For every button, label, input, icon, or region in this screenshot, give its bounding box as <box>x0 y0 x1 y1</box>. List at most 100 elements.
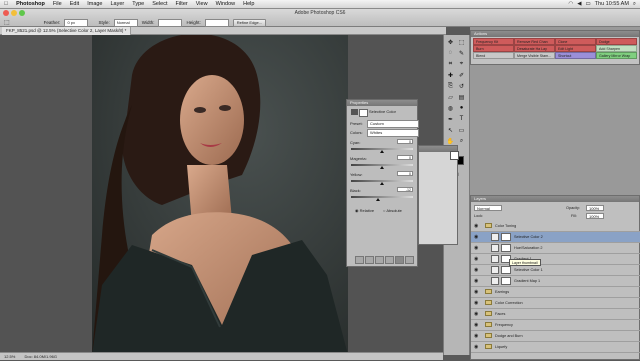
layer-mask-thumbnail[interactable] <box>501 266 511 274</box>
zoom-level[interactable]: 12.5% <box>4 354 15 359</box>
path-select-tool-icon[interactable]: ↖ <box>446 126 455 134</box>
marquee-tool-preset-icon[interactable]: ⬚ <box>4 19 10 26</box>
foreground-color-swatch[interactable] <box>450 151 459 160</box>
shape-tool-icon[interactable]: ▭ <box>457 126 466 134</box>
menu-window[interactable]: Window <box>212 1 240 7</box>
action-button[interactable]: Add Sharpen <box>596 45 637 52</box>
menu-view[interactable]: View <box>192 1 212 7</box>
visibility-eye-icon[interactable]: ◉ <box>474 256 478 262</box>
menu-app-photoshop[interactable]: Photoshop <box>12 1 49 7</box>
layer-row[interactable]: ◉ Hue/Saturation 2 <box>471 243 640 254</box>
action-button[interactable]: Gallery Mirror Wrap <box>596 52 637 59</box>
mask-icon[interactable] <box>359 109 368 117</box>
layer-row[interactable]: ◉ Color Correction <box>471 298 640 309</box>
type-tool-icon[interactable]: T <box>457 115 466 123</box>
action-button[interactable]: Edit Light <box>555 45 596 52</box>
action-button[interactable]: Blend <box>473 52 514 59</box>
lasso-tool-icon[interactable]: ◌ <box>446 49 455 57</box>
visibility-eye-icon[interactable]: ◉ <box>474 223 478 229</box>
menu-type[interactable]: Type <box>128 1 148 7</box>
healing-brush-tool-icon[interactable]: ✚ <box>446 71 455 79</box>
menu-select[interactable]: Select <box>148 1 171 7</box>
width-input[interactable] <box>158 18 183 27</box>
crop-tool-icon[interactable]: ⌗ <box>446 60 455 68</box>
layer-row[interactable]: ◉ Frequency <box>471 320 640 331</box>
visibility-eye-icon[interactable]: ◉ <box>474 322 478 328</box>
relative-radio[interactable]: ◉ Relative <box>355 208 374 213</box>
style-select[interactable]: Normal <box>113 18 138 27</box>
dodge-tool-icon[interactable]: ● <box>457 104 466 112</box>
visibility-eye-icon[interactable]: ◉ <box>474 311 478 317</box>
zoom-window-button[interactable] <box>19 10 25 16</box>
yellow-value[interactable]: 0 <box>397 171 413 176</box>
layer-row[interactable]: ◉ Selective Color 2 <box>471 232 640 243</box>
toggle-visibility-button[interactable] <box>385 256 394 264</box>
menu-filter[interactable]: Filter <box>172 1 192 7</box>
volume-icon[interactable]: ◀ <box>577 1 581 7</box>
layer-row[interactable]: ◉ Liquefy <box>471 342 640 353</box>
layer-mask-thumbnail[interactable] <box>501 277 511 285</box>
colors-select[interactable]: Whites <box>367 129 419 137</box>
gradient-tool-icon[interactable]: ▤ <box>457 93 466 101</box>
visibility-eye-icon[interactable]: ◉ <box>474 267 478 273</box>
visibility-eye-icon[interactable]: ◉ <box>474 344 478 350</box>
layer-row[interactable]: ◉ Faces <box>471 309 640 320</box>
action-button[interactable]: Merge Visible Stam... <box>514 52 555 59</box>
photo-canvas[interactable] <box>92 35 348 355</box>
visibility-eye-icon[interactable]: ◉ <box>474 333 478 339</box>
magenta-value[interactable]: 0 <box>397 155 413 160</box>
black-slider[interactable] <box>351 196 413 198</box>
height-input[interactable] <box>204 18 229 27</box>
magenta-slider-handle[interactable] <box>380 166 384 169</box>
battery-icon[interactable]: ▭ <box>585 1 590 7</box>
quick-select-tool-icon[interactable]: ✎ <box>457 49 466 57</box>
cyan-slider-handle[interactable] <box>380 150 384 153</box>
cyan-value[interactable]: 0 <box>397 139 413 144</box>
feather-input[interactable]: 0 px <box>64 18 89 27</box>
action-button[interactable]: Dodge <box>596 38 637 45</box>
layer-row[interactable]: ◉ Earrings <box>471 287 640 298</box>
action-button[interactable]: Shortcut <box>555 52 596 59</box>
move-tool-icon[interactable]: ✥ <box>446 38 455 46</box>
brush-tool-icon[interactable]: ✐ <box>457 71 466 79</box>
visibility-eye-icon[interactable]: ◉ <box>474 300 478 306</box>
minimize-window-button[interactable] <box>11 10 17 16</box>
layer-row[interactable]: ◉ Dodge and Burn <box>471 331 640 342</box>
menu-help[interactable]: Help <box>239 1 258 7</box>
yellow-slider-handle[interactable] <box>380 182 384 185</box>
menu-file[interactable]: File <box>49 1 66 7</box>
layer-row[interactable]: ◉Gradient 1 <box>471 254 640 265</box>
document-tab[interactable]: FKP_8521.psd @ 12.5% (Selective Color 2,… <box>2 27 132 35</box>
clock[interactable]: Thu 10:55 AM <box>595 1 629 7</box>
layer-row[interactable]: ◉ Selective Color 1 <box>471 265 640 276</box>
action-button[interactable]: Desaturate Ha Lay <box>514 45 555 52</box>
reset-adjustment-button[interactable] <box>375 256 384 264</box>
layer-row[interactable]: ◉ Gradient Map 1 <box>471 276 640 287</box>
menu-layer[interactable]: Layer <box>107 1 129 7</box>
pen-tool-icon[interactable]: ✒ <box>446 115 455 123</box>
delete-adjustment-button[interactable] <box>395 256 404 264</box>
opacity-input[interactable]: 100% <box>586 205 604 211</box>
action-button[interactable]: Frequency Kit <box>473 38 514 45</box>
layer-mask-thumbnail[interactable] <box>501 233 511 241</box>
blend-mode-select[interactable]: Normal <box>474 205 502 211</box>
absolute-radio[interactable]: ○ Absolute <box>383 208 402 213</box>
close-window-button[interactable] <box>3 10 9 16</box>
visibility-eye-icon[interactable]: ◉ <box>474 245 478 251</box>
view-previous-state-button[interactable] <box>365 256 374 264</box>
hand-tool-icon[interactable]: ✋ <box>446 137 455 145</box>
black-value[interactable]: -12 <box>397 187 413 192</box>
action-button[interactable]: Burn <box>473 45 514 52</box>
spotlight-search-icon[interactable]: ⌕ <box>633 1 636 8</box>
eyedropper-tool-icon[interactable]: ⌖ <box>457 60 466 68</box>
eraser-tool-icon[interactable]: ▱ <box>446 93 455 101</box>
wifi-icon[interactable]: ◠ <box>568 1 573 7</box>
refine-edge-button[interactable]: Refine Edge... <box>232 18 267 27</box>
black-slider-handle[interactable] <box>376 198 381 201</box>
visibility-eye-icon[interactable]: ◉ <box>474 278 478 284</box>
trash-icon[interactable] <box>405 256 414 264</box>
clone-stamp-tool-icon[interactable]: ⎘ <box>446 82 455 90</box>
visibility-eye-icon[interactable]: ◉ <box>474 289 478 295</box>
marquee-tool-icon[interactable]: ⬚ <box>457 38 466 46</box>
preset-select[interactable]: Custom <box>367 120 419 128</box>
